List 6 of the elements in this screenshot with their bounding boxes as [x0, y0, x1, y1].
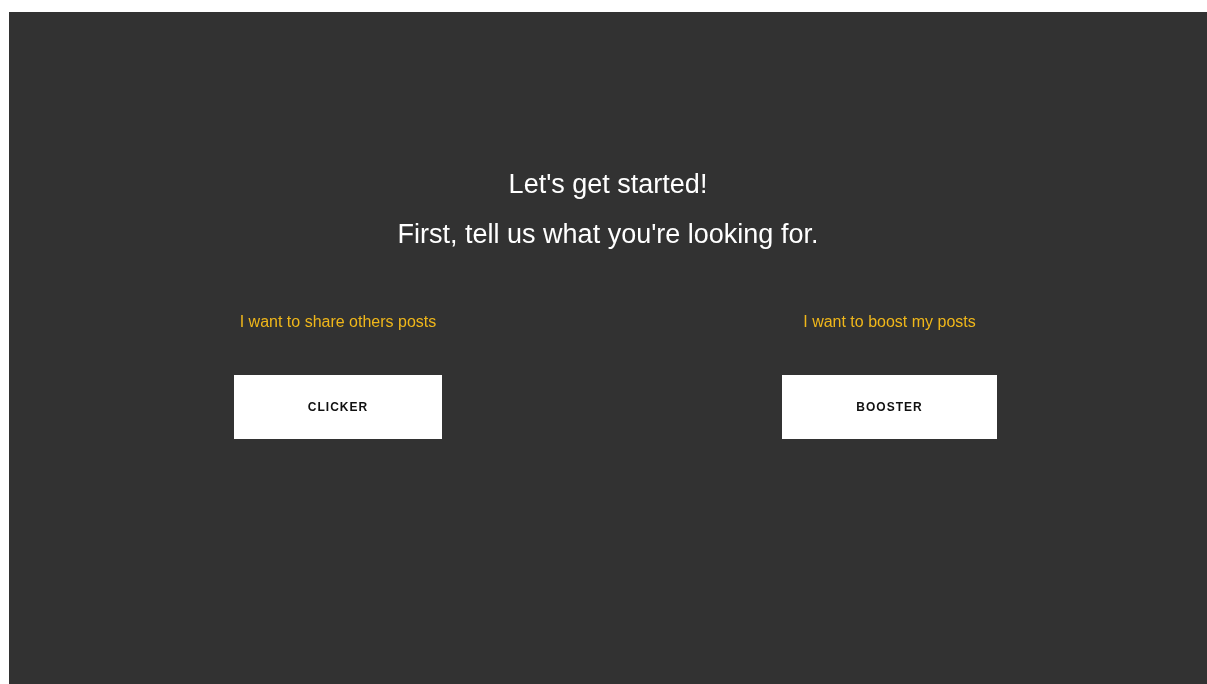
prompt-heading: First, tell us what you're looking for.	[396, 218, 820, 251]
option-description: I want to boost my posts	[803, 312, 976, 332]
choice-button[interactable]: CLICKER	[234, 375, 442, 439]
choice-button[interactable]: BOOSTER	[782, 375, 997, 439]
welcome-heading: Let's get started!	[507, 168, 709, 201]
option-description: I want to share others posts	[239, 312, 437, 332]
